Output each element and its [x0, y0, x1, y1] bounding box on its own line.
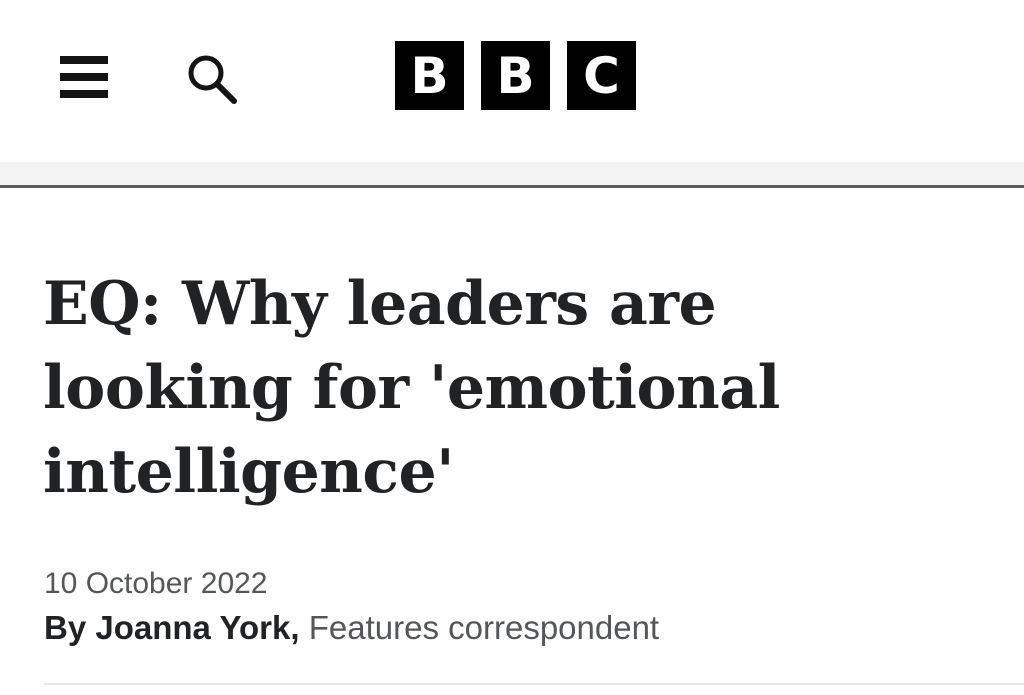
byline-prefix: By [44, 609, 87, 646]
header-divider-band [0, 162, 1024, 188]
content-divider [44, 683, 1024, 685]
byline-separator: , [290, 609, 300, 646]
logo-letter-c: C [567, 41, 636, 110]
logo-letter-b2: B [481, 41, 550, 110]
byline-author[interactable]: Joanna York [95, 609, 290, 646]
menu-bar-line [60, 73, 108, 81]
site-header: B B C [0, 0, 1024, 162]
menu-bar-line [60, 56, 108, 64]
bbc-logo[interactable]: B B C [395, 41, 636, 110]
article-byline: By Joanna York, Features correspondent [44, 608, 659, 648]
article-date: 10 October 2022 [44, 567, 268, 600]
menu-bar-line [60, 90, 108, 98]
byline-role: Features correspondent [308, 609, 660, 646]
search-icon[interactable] [182, 50, 242, 106]
hamburger-menu-icon[interactable] [56, 54, 112, 100]
article-headline: EQ: Why leaders are looking for 'emotion… [43, 269, 780, 507]
logo-letter-b1: B [395, 41, 464, 110]
